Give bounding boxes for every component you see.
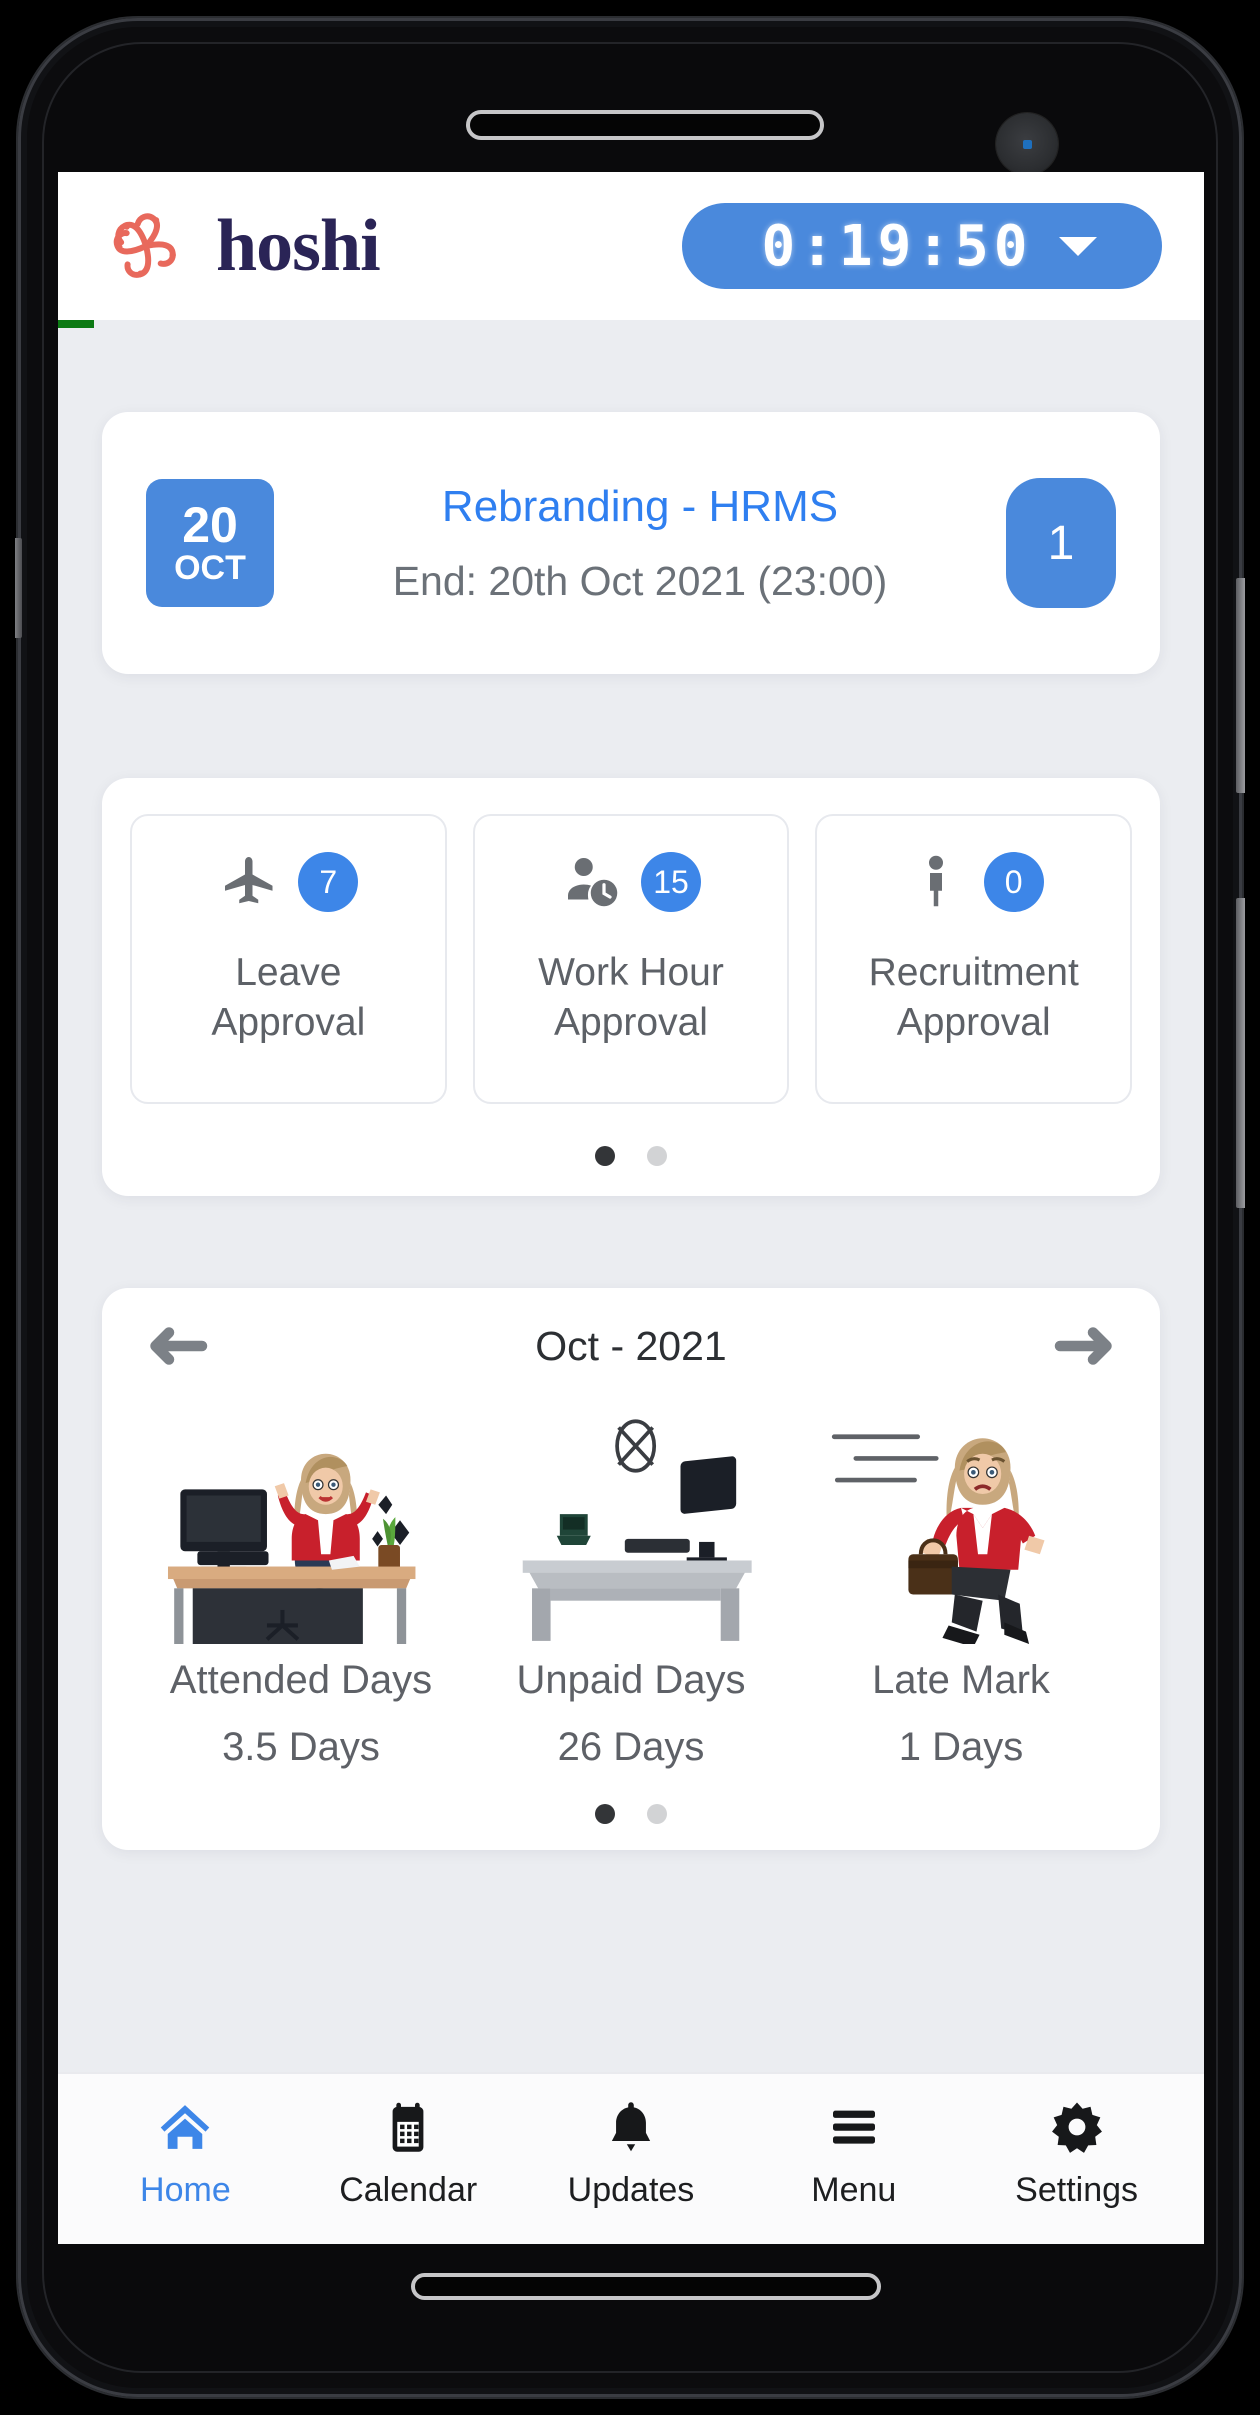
nav-label: Updates — [567, 2170, 695, 2209]
approvals-card: 7 Leave Approval 15 Work Hour Approval 0… — [102, 778, 1160, 1196]
nav-item-updates[interactable]: Updates — [520, 2099, 743, 2210]
stat-value: 3.5 Days — [222, 1725, 380, 1769]
airplane-icon — [225, 857, 273, 904]
person-clock-icon — [568, 858, 618, 907]
pagination-dot-2[interactable] — [647, 1804, 667, 1824]
task-date-chip: 20 OCT — [146, 479, 274, 607]
nav-item-home[interactable]: Home — [74, 2099, 297, 2210]
stat-name: Attended Days — [169, 1658, 433, 1702]
app-screen: hoshi 0:19:50 20 OCT Rebranding - HRMS E… — [58, 172, 1204, 2244]
home-icon — [161, 2104, 210, 2149]
task-end-time: End: 20th Oct 2021 (23:00) — [392, 557, 888, 604]
approval-label-line2: Approval — [896, 1000, 1051, 1044]
nav-item-menu[interactable]: Menu — [742, 2099, 965, 2210]
arrow-right-icon[interactable] — [1054, 1322, 1114, 1370]
nav-label: Home — [140, 2170, 231, 2209]
approval-label: Work Hour Approval — [538, 948, 724, 1048]
task-date-day: 20 — [182, 496, 238, 553]
hamburger-menu-icon — [832, 2110, 875, 2144]
approval-label-line1: Leave — [235, 951, 342, 994]
approval-badge: 0 — [983, 852, 1044, 912]
approval-head: 7 — [218, 842, 359, 922]
task-text-block: Rebranding - HRMS End: 20th Oct 2021 (23… — [298, 482, 982, 605]
brand-name: hoshi — [216, 205, 381, 287]
approval-tile-work-hour[interactable]: 15 Work Hour Approval — [472, 814, 790, 1104]
power-button[interactable] — [1236, 898, 1245, 1208]
front-camera-icon — [996, 113, 1058, 175]
approval-label: Recruitment Approval — [869, 948, 1079, 1048]
app-content-scroll[interactable]: 20 OCT Rebranding - HRMS End: 20th Oct 2… — [58, 320, 1204, 2072]
nav-label: Menu — [811, 2170, 897, 2209]
month-label: Oct - 2021 — [535, 1322, 727, 1369]
approval-badge: 7 — [298, 852, 359, 912]
stats-row: Attended Days 3.5 Days Unpaid Days 26 Da… — [136, 1412, 1126, 1770]
mute-switch[interactable] — [15, 538, 22, 638]
gear-icon — [1051, 2102, 1102, 2153]
stat-attended-days[interactable]: Attended Days 3.5 Days — [136, 1412, 466, 1770]
stat-value: 1 Days — [898, 1725, 1024, 1769]
person-icon — [928, 855, 943, 907]
pagination-dot-1[interactable] — [595, 1146, 615, 1166]
approval-head: 0 — [904, 842, 1044, 922]
volume-button[interactable] — [1236, 578, 1245, 793]
stat-name: Late Mark — [872, 1658, 1050, 1702]
approval-tile-leave[interactable]: 7 Leave Approval — [130, 814, 447, 1104]
nav-item-settings[interactable]: Settings — [965, 2099, 1188, 2210]
stat-unpaid-days[interactable]: Unpaid Days 26 Days — [466, 1412, 796, 1770]
attendance-stats-card: Oct - 2021 Attended Days 3.5 Days Unpaid… — [102, 1288, 1160, 1850]
empty-desk-illustration — [522, 1419, 752, 1641]
brand-lockup[interactable]: hoshi — [94, 200, 381, 292]
pagination-dot-2[interactable] — [647, 1146, 667, 1166]
approval-label-line1: Work Hour — [538, 951, 724, 994]
timer-value: 0:19:50 — [761, 213, 1033, 279]
stats-pagination-dots[interactable] — [136, 1804, 1126, 1824]
nav-item-calendar[interactable]: Calendar — [297, 2099, 520, 2210]
pagination-dot-1[interactable] — [595, 1804, 615, 1824]
home-indicator-bar[interactable] — [411, 2273, 881, 2300]
hoshi-pinwheel-logo-icon — [113, 213, 176, 278]
approval-tile-recruitment[interactable]: 0 Recruitment Approval — [815, 814, 1133, 1104]
calendar-icon — [392, 2102, 424, 2152]
approval-head: 15 — [561, 842, 701, 922]
happy-woman-at-desk-illustration — [167, 1453, 416, 1644]
nav-label: Settings — [1015, 2170, 1139, 2209]
task-count-badge[interactable]: 1 — [1006, 478, 1116, 608]
task-date-month: OCT — [174, 549, 246, 588]
approval-label-line2: Approval — [554, 1000, 708, 1044]
nav-label: Calendar — [339, 2170, 478, 2209]
stat-name: Unpaid Days — [516, 1658, 746, 1702]
app-header: hoshi 0:19:50 — [58, 172, 1204, 328]
approvals-row: 7 Leave Approval 15 Work Hour Approval 0… — [130, 814, 1133, 1104]
earpiece-speaker-icon — [466, 110, 824, 140]
stat-late-mark[interactable]: Late Mark 1 Days — [796, 1412, 1126, 1770]
approval-badge: 15 — [641, 852, 701, 912]
chevron-down-icon[interactable] — [1058, 236, 1097, 256]
approval-label-line2: Approval — [211, 1000, 366, 1044]
task-title[interactable]: Rebranding - HRMS — [308, 482, 972, 532]
arrow-left-icon[interactable] — [148, 1322, 208, 1370]
approval-label-line1: Recruitment — [868, 951, 1079, 994]
task-card[interactable]: 20 OCT Rebranding - HRMS End: 20th Oct 2… — [102, 412, 1160, 674]
bell-icon — [611, 2101, 651, 2151]
approvals-pagination-dots[interactable] — [130, 1146, 1132, 1166]
stat-value: 26 Days — [557, 1725, 705, 1769]
bottom-navigation-bar: Home Calendar Updates Menu Settings — [58, 2072, 1204, 2244]
running-late-woman-illustration — [831, 1434, 1045, 1644]
approval-label: Leave Approval — [211, 948, 365, 1048]
work-timer-pill[interactable]: 0:19:50 — [682, 203, 1162, 289]
month-navigator: Oct - 2021 — [136, 1322, 1126, 1370]
